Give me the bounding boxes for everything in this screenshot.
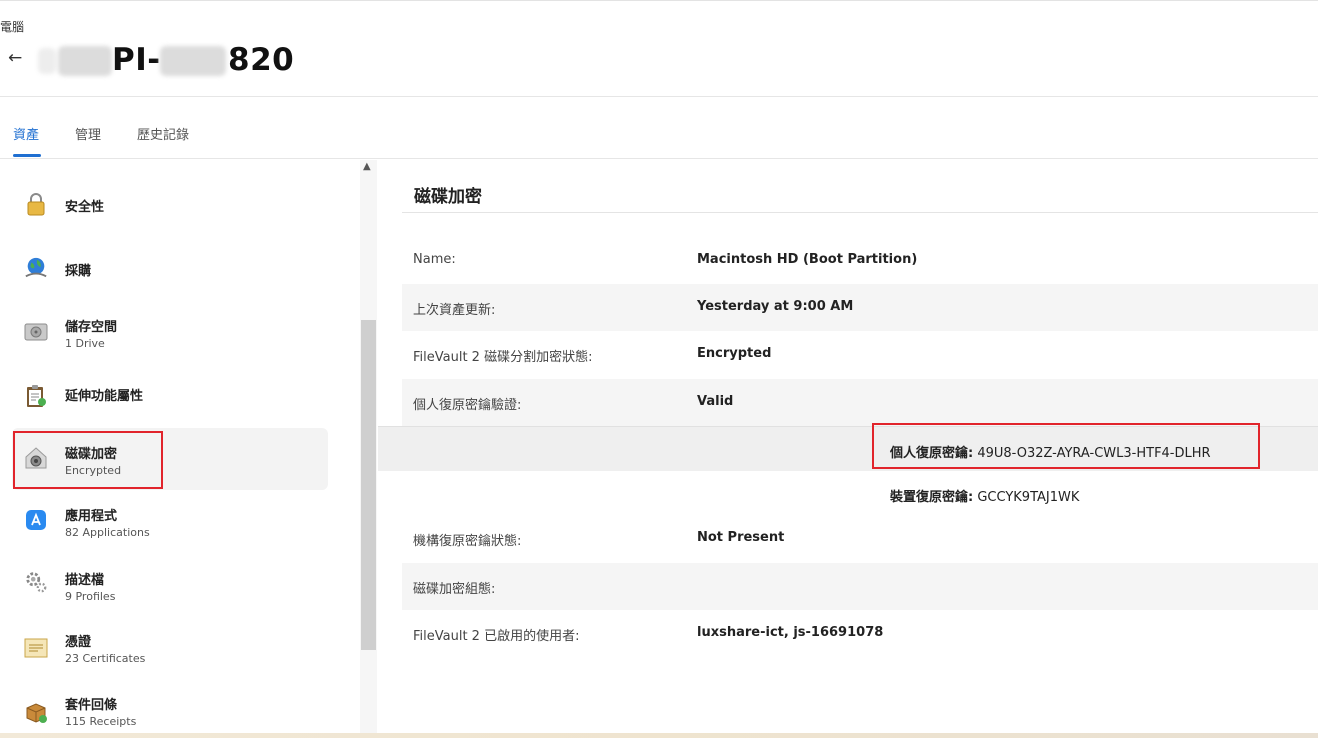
main-content: 磁碟加密 Name: Macintosh HD (Boot Partition)… bbox=[378, 160, 1318, 738]
package-icon bbox=[24, 700, 48, 724]
redaction-block bbox=[58, 46, 112, 76]
highlight-box bbox=[13, 431, 163, 489]
sidebar-item-label: 應用程式 bbox=[65, 509, 118, 524]
device-recovery-key: 裝置復原密鑰: GCCYK9TAJ1WK bbox=[890, 486, 1079, 505]
globe-icon bbox=[24, 256, 48, 280]
sidebar-item-sub: 23 Certificates bbox=[65, 652, 146, 665]
bottom-edge bbox=[0, 733, 1318, 738]
sidebar-item-sub: 9 Profiles bbox=[65, 590, 116, 603]
section-title: 磁碟加密 bbox=[414, 187, 482, 207]
tab-history[interactable]: 歷史記錄 bbox=[137, 124, 189, 143]
detail-value: Not Present bbox=[697, 530, 785, 545]
device-recovery-key-value: GCCYK9TAJ1WK bbox=[977, 490, 1080, 505]
sidebar-item-security[interactable]: 安全性 bbox=[12, 172, 328, 234]
sidebar-item-sub: 115 Receipts bbox=[65, 715, 137, 728]
clipboard-icon bbox=[24, 384, 48, 408]
detail-row: Name: Macintosh HD (Boot Partition) bbox=[402, 237, 1318, 284]
page-title-fragment: 820 bbox=[228, 42, 295, 78]
sidebar-scroll-thumb[interactable] bbox=[361, 320, 376, 650]
top-divider bbox=[0, 0, 1318, 1]
sidebar-item-applications[interactable]: 應用程式 82 Applications bbox=[12, 490, 328, 552]
detail-value: Yesterday at 9:00 AM bbox=[697, 299, 854, 314]
detail-row: FileVault 2 已啟用的使用者: luxshare-ict, js-16… bbox=[402, 610, 1318, 657]
sidebar-item-extension-attributes[interactable]: 延伸功能屬性 bbox=[12, 362, 328, 424]
lock-icon bbox=[24, 192, 48, 216]
detail-row: 機構復原密鑰狀態: Not Present bbox=[402, 515, 1318, 562]
sidebar-item-label: 憑證 bbox=[65, 635, 92, 650]
detail-value: Macintosh HD (Boot Partition) bbox=[697, 252, 918, 267]
gears-icon bbox=[24, 570, 48, 594]
sidebar-item-package-receipts[interactable]: 套件回條 115 Receipts bbox=[12, 680, 328, 738]
sidebar-item-sub: 82 Applications bbox=[65, 526, 150, 539]
detail-label: FileVault 2 已啟用的使用者: bbox=[413, 629, 580, 644]
sidebar-item-purchasing[interactable]: 採購 bbox=[12, 236, 328, 298]
breadcrumb[interactable]: 電腦 bbox=[0, 18, 24, 35]
sidebar-item-storage[interactable]: 儲存空間 1 Drive bbox=[12, 298, 328, 360]
sidebar-item-label: 套件回條 bbox=[65, 698, 118, 713]
sidebar-item-label: 儲存空間 bbox=[65, 320, 118, 335]
detail-label: 上次資產更新: bbox=[413, 303, 496, 318]
sidebar-item-label: 延伸功能屬性 bbox=[65, 389, 144, 404]
sidebar-item-label: 採購 bbox=[65, 264, 92, 279]
detail-row: 個人復原密鑰驗證: Valid bbox=[402, 379, 1318, 426]
detail-label: 機構復原密鑰狀態: bbox=[413, 534, 522, 549]
page-title-fragment: PI- bbox=[112, 42, 161, 78]
detail-label: FileVault 2 磁碟分割加密狀態: bbox=[413, 350, 593, 365]
tab-management[interactable]: 管理 bbox=[75, 124, 101, 143]
detail-value: Valid bbox=[697, 394, 734, 409]
detail-label: 個人復原密鑰驗證: bbox=[413, 398, 522, 413]
detail-label: 磁碟加密組態: bbox=[413, 582, 496, 597]
detail-value: luxshare-ict, js-16691078 bbox=[697, 625, 884, 640]
sidebar-item-profiles[interactable]: 描述檔 9 Profiles bbox=[12, 552, 328, 614]
detail-label: Name: bbox=[413, 252, 456, 267]
sidebar-item-label: 描述檔 bbox=[65, 573, 105, 588]
sidebar-item-label: 安全性 bbox=[65, 200, 105, 215]
redaction-block bbox=[160, 46, 226, 76]
redaction-block bbox=[38, 48, 56, 74]
sidebar-item-sub: 1 Drive bbox=[65, 337, 105, 350]
back-arrow-icon[interactable]: ← bbox=[8, 49, 22, 67]
active-tab-indicator bbox=[13, 154, 41, 157]
detail-value: Encrypted bbox=[697, 346, 772, 361]
app-store-icon bbox=[24, 508, 48, 532]
section-divider bbox=[402, 212, 1318, 213]
drive-icon bbox=[24, 320, 48, 344]
detail-row: FileVault 2 磁碟分割加密狀態: Encrypted bbox=[402, 331, 1318, 378]
page-header: 電腦 ← PI- 820 bbox=[0, 0, 1318, 97]
tab-assets[interactable]: 資產 bbox=[13, 124, 39, 143]
sidebar-item-certificates[interactable]: 憑證 23 Certificates bbox=[12, 616, 328, 678]
scroll-up-icon[interactable]: ▲ bbox=[363, 161, 371, 172]
detail-row: 磁碟加密組態: bbox=[402, 563, 1318, 610]
highlight-box bbox=[872, 423, 1260, 469]
detail-row: 上次資產更新: Yesterday at 9:00 AM bbox=[402, 284, 1318, 331]
app-root: 電腦 ← PI- 820 資產 管理 歷史記錄 安全性 採購 儲存空間 1 Dr… bbox=[0, 0, 1318, 738]
tab-bar: 資產 管理 歷史記錄 bbox=[0, 98, 1318, 159]
certificate-icon bbox=[24, 636, 48, 660]
device-recovery-key-label: 裝置復原密鑰: bbox=[890, 490, 974, 505]
device-recovery-key-row: 裝置復原密鑰: GCCYK9TAJ1WK bbox=[378, 471, 1318, 516]
